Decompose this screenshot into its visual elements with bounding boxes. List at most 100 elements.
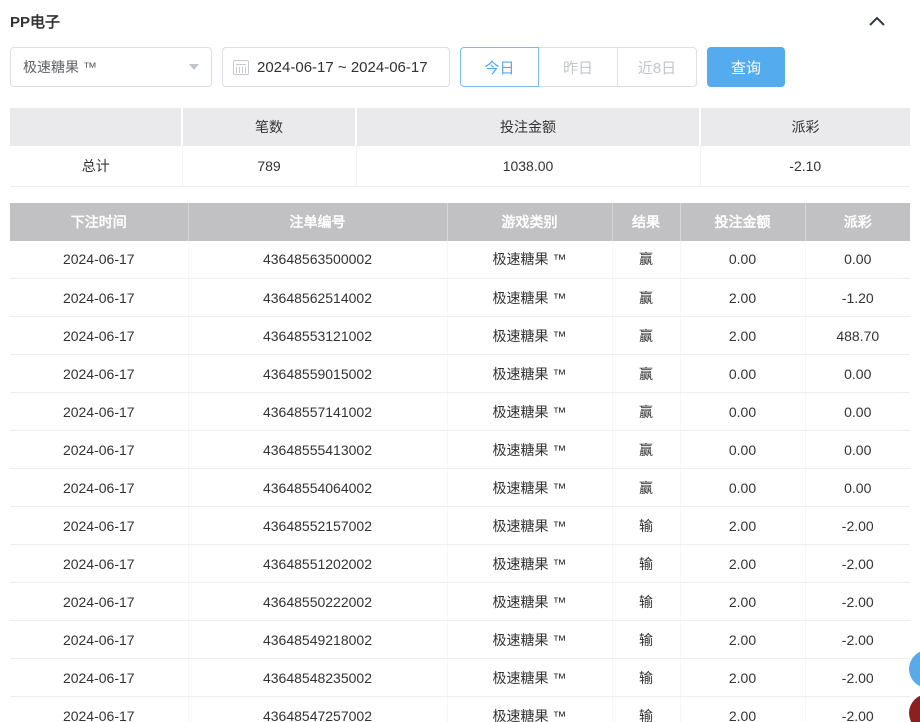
cell-order-no: 43648550222002 bbox=[188, 583, 447, 621]
cell-result: 输 bbox=[612, 545, 680, 583]
cell-bet-amount: 0.00 bbox=[680, 469, 805, 507]
summary-header-row: 笔数 投注金额 派彩 bbox=[10, 108, 910, 146]
quick-range-last8days[interactable]: 近8日 bbox=[618, 47, 697, 87]
quick-range-today[interactable]: 今日 bbox=[460, 47, 539, 87]
cell-bet-amount: 0.00 bbox=[680, 241, 805, 279]
cell-result: 赢 bbox=[612, 431, 680, 469]
cell-bet-time: 2024-06-17 bbox=[10, 393, 188, 431]
cell-bet-time: 2024-06-17 bbox=[10, 659, 188, 697]
cell-game-type: 极速糖果 ™ bbox=[447, 545, 612, 583]
cell-game-type: 极速糖果 ™ bbox=[447, 279, 612, 317]
summary-total-bet-amount: 1038.00 bbox=[356, 146, 700, 186]
cell-game-type: 极速糖果 ™ bbox=[447, 355, 612, 393]
cell-payout: 488.70 bbox=[805, 317, 910, 355]
table-row: 2024-06-17 43648547257002 极速糖果 ™ 输 2.00 … bbox=[10, 697, 910, 722]
cell-result: 输 bbox=[612, 583, 680, 621]
table-row: 2024-06-17 43648557141002 极速糖果 ™ 赢 0.00 … bbox=[10, 393, 910, 431]
cell-payout: 0.00 bbox=[805, 431, 910, 469]
panel-header: PP电子 bbox=[0, 0, 920, 34]
cell-result: 赢 bbox=[612, 241, 680, 279]
date-range-picker[interactable]: 2024-06-17 ~ 2024-06-17 bbox=[222, 47, 450, 87]
query-button[interactable]: 查询 bbox=[707, 47, 785, 87]
cell-payout: 0.00 bbox=[805, 393, 910, 431]
calendar-icon bbox=[233, 60, 249, 75]
cell-bet-amount: 2.00 bbox=[680, 317, 805, 355]
table-row: 2024-06-17 43648554064002 极速糖果 ™ 赢 0.00 … bbox=[10, 469, 910, 507]
cell-bet-amount: 0.00 bbox=[680, 355, 805, 393]
chevron-down-icon bbox=[189, 64, 199, 70]
game-select-value: 极速糖果 ™ bbox=[23, 57, 97, 77]
bet-table-body: 2024-06-17 43648563500002 极速糖果 ™ 赢 0.00 … bbox=[10, 241, 910, 722]
cell-result: 赢 bbox=[612, 393, 680, 431]
cell-game-type: 极速糖果 ™ bbox=[447, 393, 612, 431]
quick-range-group: 今日 昨日 近8日 bbox=[460, 47, 697, 87]
cell-payout: -1.20 bbox=[805, 279, 910, 317]
cell-bet-amount: 2.00 bbox=[680, 659, 805, 697]
chevron-up-icon bbox=[868, 15, 886, 27]
summary-total-count: 789 bbox=[182, 146, 356, 186]
cell-order-no: 43648557141002 bbox=[188, 393, 447, 431]
cell-bet-time: 2024-06-17 bbox=[10, 317, 188, 355]
table-row: 2024-06-17 43648548235002 极速糖果 ™ 输 2.00 … bbox=[10, 659, 910, 697]
cell-bet-time: 2024-06-17 bbox=[10, 469, 188, 507]
table-row: 2024-06-17 43648552157002 极速糖果 ™ 输 2.00 … bbox=[10, 507, 910, 545]
table-row: 2024-06-17 43648551202002 极速糖果 ™ 输 2.00 … bbox=[10, 545, 910, 583]
summary-total-payout: -2.10 bbox=[700, 146, 910, 186]
cell-bet-time: 2024-06-17 bbox=[10, 583, 188, 621]
cell-order-no: 43648553121002 bbox=[188, 317, 447, 355]
cell-payout: -2.00 bbox=[805, 697, 910, 722]
cell-result: 赢 bbox=[612, 355, 680, 393]
cell-payout: 0.00 bbox=[805, 241, 910, 279]
summary-col-payout: 派彩 bbox=[700, 108, 910, 146]
cell-game-type: 极速糖果 ™ bbox=[447, 469, 612, 507]
col-order-no: 注单编号 bbox=[188, 203, 447, 241]
cell-order-no: 43648555413002 bbox=[188, 431, 447, 469]
game-select[interactable]: 极速糖果 ™ bbox=[10, 47, 212, 87]
cell-bet-time: 2024-06-17 bbox=[10, 545, 188, 583]
cell-payout: 0.00 bbox=[805, 469, 910, 507]
hot-promo-icon[interactable] bbox=[909, 694, 920, 722]
cell-order-no: 43648554064002 bbox=[188, 469, 447, 507]
cell-bet-time: 2024-06-17 bbox=[10, 279, 188, 317]
cell-result: 赢 bbox=[612, 469, 680, 507]
table-row: 2024-06-17 43648549218002 极速糖果 ™ 输 2.00 … bbox=[10, 621, 910, 659]
cell-bet-amount: 2.00 bbox=[680, 507, 805, 545]
cell-bet-amount: 2.00 bbox=[680, 621, 805, 659]
cell-bet-amount: 2.00 bbox=[680, 545, 805, 583]
bet-detail-table: 下注时间 注单编号 游戏类别 结果 投注金额 派彩 2024-06-17 436… bbox=[10, 203, 910, 722]
detail-header-row: 下注时间 注单编号 游戏类别 结果 投注金额 派彩 bbox=[10, 203, 910, 241]
col-bet-time: 下注时间 bbox=[10, 203, 188, 241]
date-range-value: 2024-06-17 ~ 2024-06-17 bbox=[257, 59, 428, 76]
cell-bet-time: 2024-06-17 bbox=[10, 355, 188, 393]
bet-records-panel: PP电子 极速糖果 ™ 2024-06-17 ~ 2024-06-17 今日 昨… bbox=[0, 0, 920, 722]
cell-game-type: 极速糖果 ™ bbox=[447, 317, 612, 355]
cell-order-no: 43648559015002 bbox=[188, 355, 447, 393]
col-game-type: 游戏类别 bbox=[447, 203, 612, 241]
summary-col-bet-amount: 投注金额 bbox=[356, 108, 700, 146]
cell-game-type: 极速糖果 ™ bbox=[447, 241, 612, 279]
table-row: 2024-06-17 43648550222002 极速糖果 ™ 输 2.00 … bbox=[10, 583, 910, 621]
cell-bet-amount: 0.00 bbox=[680, 393, 805, 431]
cell-bet-time: 2024-06-17 bbox=[10, 621, 188, 659]
table-row: 2024-06-17 43648563500002 极速糖果 ™ 赢 0.00 … bbox=[10, 241, 910, 279]
cell-bet-amount: 2.00 bbox=[680, 697, 805, 722]
cell-order-no: 43648549218002 bbox=[188, 621, 447, 659]
cell-game-type: 极速糖果 ™ bbox=[447, 583, 612, 621]
cell-payout: 0.00 bbox=[805, 355, 910, 393]
table-row: 2024-06-17 43648553121002 极速糖果 ™ 赢 2.00 … bbox=[10, 317, 910, 355]
cell-game-type: 极速糖果 ™ bbox=[447, 431, 612, 469]
cell-payout: -2.00 bbox=[805, 621, 910, 659]
cell-result: 输 bbox=[612, 697, 680, 722]
cell-game-type: 极速糖果 ™ bbox=[447, 659, 612, 697]
collapse-panel-button[interactable] bbox=[866, 10, 888, 32]
cell-bet-amount: 2.00 bbox=[680, 583, 805, 621]
summary-col-count: 笔数 bbox=[182, 108, 356, 146]
quick-range-yesterday[interactable]: 昨日 bbox=[539, 47, 618, 87]
cell-bet-amount: 2.00 bbox=[680, 279, 805, 317]
summary-total-row: 总计 789 1038.00 -2.10 bbox=[10, 146, 910, 186]
customer-service-icon[interactable] bbox=[909, 650, 920, 688]
cell-order-no: 43648563500002 bbox=[188, 241, 447, 279]
cell-order-no: 43648547257002 bbox=[188, 697, 447, 722]
cell-order-no: 43648551202002 bbox=[188, 545, 447, 583]
cell-result: 输 bbox=[612, 659, 680, 697]
